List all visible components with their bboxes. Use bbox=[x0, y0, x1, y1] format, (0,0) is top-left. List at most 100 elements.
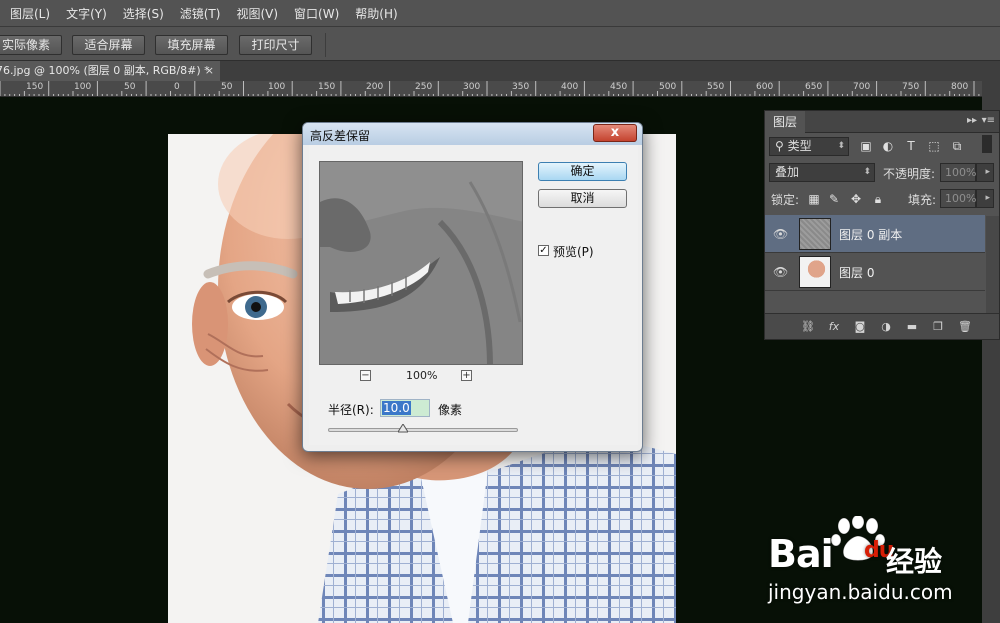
radius-value: 10.0 bbox=[382, 401, 411, 415]
preview-checkbox[interactable]: ✓ bbox=[538, 245, 549, 256]
layer-row-copy[interactable]: 👁︎ 图层 0 副本 bbox=[765, 215, 985, 253]
high-pass-dialog: 高反差保留 x − 100% + 确定 取消 ✓ 预览(P) 半径(R): 10… bbox=[302, 122, 643, 452]
filter-toggle-icon[interactable] bbox=[982, 135, 992, 153]
menu-window[interactable]: 窗口(W) bbox=[294, 5, 339, 22]
ruler-label: 350 bbox=[512, 82, 530, 92]
chevron-down-icon: ⬍ bbox=[837, 141, 845, 151]
layer-row-base[interactable]: 👁︎ 图层 0 bbox=[765, 253, 985, 291]
layer-filter-value: 类型 bbox=[787, 139, 812, 153]
lock-transparent-icon[interactable]: ▦ bbox=[807, 192, 821, 206]
document-tab[interactable]: 76.jpg @ 100% (图层 0 副本, RGB/8#) * × bbox=[0, 61, 220, 81]
eye-icon[interactable]: 👁︎ bbox=[773, 265, 788, 279]
fill-screen-button[interactable]: 填充屏幕 bbox=[155, 35, 228, 55]
shape-filter-icon[interactable]: ⬚ bbox=[927, 139, 941, 153]
options-bar: 实际像素 适合屏幕 填充屏幕 打印尺寸 bbox=[0, 27, 1000, 61]
layers-scrollbar[interactable] bbox=[986, 216, 999, 316]
fx-icon[interactable]: fx bbox=[827, 320, 841, 334]
dialog-body: − 100% + 确定 取消 ✓ 预览(P) 半径(R): 10.0 像素 bbox=[309, 145, 638, 445]
fill-label: 填充: bbox=[908, 193, 937, 207]
watermark-cn: 经验 bbox=[886, 545, 943, 578]
menu-bar: 图层(L) 文字(Y) 选择(S) 滤镜(T) 视图(V) 窗口(W) 帮助(H… bbox=[0, 0, 1000, 27]
layer-name: 图层 0 副本 bbox=[839, 228, 903, 242]
ok-button[interactable]: 确定 bbox=[538, 162, 627, 181]
ruler-ticks-graphic bbox=[0, 81, 980, 96]
lock-move-icon[interactable]: ✥ bbox=[849, 192, 863, 206]
fit-screen-button[interactable]: 适合屏幕 bbox=[72, 35, 145, 55]
adjustment-filter-icon[interactable]: ◐ bbox=[881, 139, 895, 153]
cancel-button[interactable]: 取消 bbox=[538, 189, 627, 208]
blend-mode-select[interactable]: 叠加 ⬍ bbox=[769, 163, 875, 182]
ruler-label: 600 bbox=[756, 82, 774, 92]
ruler-label: 650 bbox=[805, 82, 823, 92]
baidu-watermark: Bai du 经验 jingyan.baidu.com bbox=[768, 516, 988, 620]
ruler-label: 450 bbox=[610, 82, 628, 92]
zoom-in-button[interactable]: + bbox=[461, 370, 472, 381]
trash-icon[interactable]: 🗑︎ bbox=[958, 320, 972, 334]
adjustment-layer-icon[interactable]: ◑ bbox=[879, 320, 893, 334]
menu-help[interactable]: 帮助(H) bbox=[355, 5, 397, 22]
radius-label: 半径(R): bbox=[328, 403, 374, 417]
link-icon[interactable]: ⛓︎ bbox=[801, 320, 815, 334]
menu-select[interactable]: 选择(S) bbox=[123, 5, 164, 22]
ruler-label: 200 bbox=[366, 82, 384, 92]
mask-icon[interactable]: ◙ bbox=[853, 320, 867, 334]
layer-name: 图层 0 bbox=[839, 266, 875, 280]
document-tab-bar: 76.jpg @ 100% (图层 0 副本, RGB/8#) * × bbox=[0, 61, 1000, 81]
ruler-label: 500 bbox=[659, 82, 677, 92]
radius-unit: 像素 bbox=[438, 403, 463, 417]
smart-object-filter-icon[interactable]: ⧉ bbox=[950, 139, 964, 153]
slider-thumb[interactable] bbox=[398, 424, 408, 434]
opacity-input[interactable]: 100% bbox=[940, 163, 976, 182]
ruler-label: 300 bbox=[463, 82, 481, 92]
dialog-titlebar[interactable]: 高反差保留 x bbox=[303, 123, 642, 145]
ruler-label: 800 bbox=[951, 82, 969, 92]
chevron-down-icon: ▸ bbox=[985, 167, 990, 177]
options-separator bbox=[325, 33, 326, 57]
ruler-label: 150 bbox=[318, 82, 336, 92]
menu-filter[interactable]: 滤镜(T) bbox=[180, 5, 221, 22]
layer-thumbnail bbox=[799, 256, 831, 288]
layers-footer: ⛓︎ fx ◙ ◑ ▬ ❐ 🗑︎ bbox=[765, 313, 999, 339]
fill-dropdown[interactable]: ▸ bbox=[976, 189, 994, 208]
lock-brush-icon[interactable]: ✎ bbox=[827, 192, 841, 206]
opacity-dropdown[interactable]: ▸ bbox=[976, 163, 994, 182]
ruler-label: 50 bbox=[124, 82, 136, 92]
document-tab-title: 76.jpg @ 100% (图层 0 副本, RGB/8#) * bbox=[0, 64, 210, 77]
dialog-title: 高反差保留 bbox=[310, 129, 371, 143]
layers-tab[interactable]: 图层 bbox=[765, 111, 806, 133]
chevron-down-icon: ⬍ bbox=[863, 167, 871, 177]
layer-thumbnail bbox=[799, 218, 831, 250]
filter-preview[interactable] bbox=[319, 161, 523, 365]
folder-icon[interactable]: ▬ bbox=[905, 320, 919, 334]
search-icon: ⚲ bbox=[775, 139, 784, 153]
menu-type[interactable]: 文字(Y) bbox=[66, 5, 107, 22]
collapse-icon[interactable]: ▸▸ bbox=[967, 115, 977, 126]
ruler-label: 100 bbox=[268, 82, 286, 92]
ruler-label: 50 bbox=[221, 82, 233, 92]
preview-image bbox=[320, 162, 522, 364]
radius-slider[interactable] bbox=[328, 428, 518, 432]
type-filter-icon[interactable]: T bbox=[904, 139, 918, 153]
layers-panel: 图层 ▸▸ ▾≡ ⚲ 类型 ⬍ ▣ ◐ T ⬚ ⧉ 叠加 ⬍ 不透明度: 100… bbox=[764, 110, 1000, 340]
blend-mode-value: 叠加 bbox=[775, 165, 800, 179]
zoom-out-button[interactable]: − bbox=[360, 370, 371, 381]
zoom-level: 100% bbox=[406, 369, 438, 382]
panel-menu-icon[interactable]: ▾≡ bbox=[982, 115, 995, 126]
ruler-label: 100 bbox=[74, 82, 92, 92]
pixel-filter-icon[interactable]: ▣ bbox=[859, 139, 873, 153]
close-button[interactable]: x bbox=[593, 124, 637, 142]
actual-pixels-button[interactable]: 实际像素 bbox=[0, 35, 62, 55]
layer-filter-select[interactable]: ⚲ 类型 ⬍ bbox=[769, 137, 849, 156]
new-layer-icon[interactable]: ❐ bbox=[931, 320, 945, 334]
radius-input[interactable]: 10.0 bbox=[380, 399, 430, 417]
menu-view[interactable]: 视图(V) bbox=[236, 5, 278, 22]
lock-icon[interactable]: 🔒︎ bbox=[871, 192, 885, 206]
watermark-brand: Bai bbox=[768, 532, 834, 576]
menu-layer[interactable]: 图层(L) bbox=[10, 5, 50, 22]
fill-input[interactable]: 100% bbox=[940, 189, 976, 208]
close-icon[interactable]: × bbox=[205, 61, 214, 81]
eye-icon[interactable]: 👁︎ bbox=[773, 227, 788, 241]
ruler-label: 550 bbox=[707, 82, 725, 92]
print-size-button[interactable]: 打印尺寸 bbox=[239, 35, 312, 55]
ruler-label: 0 bbox=[174, 82, 180, 92]
